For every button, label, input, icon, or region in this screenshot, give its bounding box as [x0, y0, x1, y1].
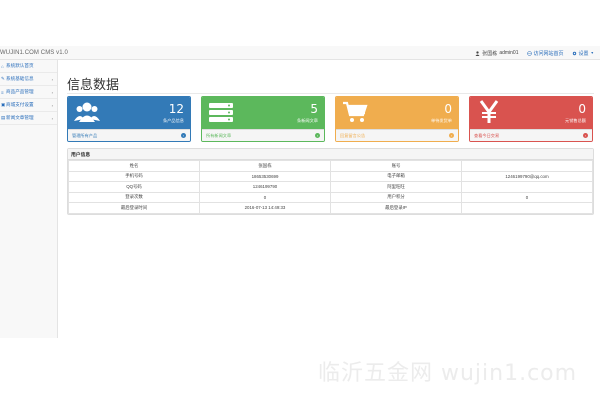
settings-menu[interactable]: 设置 ▼ — [572, 50, 594, 57]
stat-panel-news: 5 条新闻文章 所有新闻文章 › — [201, 96, 325, 142]
table-row: 最后登录时间 2016-07-13 14:49:33 最后登录IP — [68, 202, 593, 214]
stat-caption: 条产品信息 — [163, 118, 184, 123]
caret-down-icon: ▼ — [590, 51, 594, 55]
visit-site-label: 访问网站首页 — [533, 50, 564, 57]
users-icon — [74, 102, 100, 122]
field-value: 2016-07-13 14:49:33 — [199, 202, 331, 214]
field-value: 张国栋 — [199, 160, 331, 172]
list-icon — [209, 103, 233, 122]
field-value: 0 — [199, 191, 331, 203]
sidebar-item-home[interactable]: ⌂ 系统默认首页 — [0, 60, 57, 73]
sidebar-item-payment[interactable]: ▣ 商城支付设置 › — [0, 99, 57, 112]
user-display-name: 张国栋 — [482, 50, 498, 57]
site-watermark: 临沂五金网 wujin1.com — [318, 361, 578, 386]
field-label: 阿里旺旺 — [330, 181, 462, 193]
stat-value: 0 — [444, 102, 452, 116]
field-value: 1246199790 — [199, 181, 331, 193]
user-icon — [475, 50, 480, 56]
title-divider — [67, 93, 594, 94]
stat-panels: 12 条产品信息 管理所有产品 › 5 条新闻文章 所有新闻文章 › 0 单待发… — [67, 96, 594, 142]
stat-panel-orders: 0 单待发货单 回复留言公告 › — [335, 96, 459, 142]
stat-link-label: 回复留言公告 — [340, 132, 366, 138]
sidebar-item-system-info[interactable]: ✎ 系统基础信息 › — [0, 73, 57, 86]
settings-label: 设置 — [578, 50, 589, 57]
field-label: 手机号码 — [68, 170, 200, 182]
user-info-heading: 用户信息 — [68, 149, 593, 160]
sidebar-item-products[interactable]: ≡ 商品产品管理 › — [0, 86, 57, 99]
arrow-circle-right-icon: › — [583, 133, 588, 138]
field-value — [461, 202, 593, 214]
stat-value: 5 — [310, 102, 318, 116]
brand-logo[interactable]: WUJIN1.COM CMS v1.0 — [0, 50, 68, 56]
user-info-panel: 用户信息 姓名 张国栋 账号 手机号码 18653530699 电子邮箱 124619979… — [67, 148, 594, 215]
field-value — [461, 181, 593, 193]
chevron-right-icon: › — [51, 116, 53, 121]
sidebar: ⌂ 系统默认首页 ✎ 系统基础信息 › ≡ 商品产品管理 › ▣ 商城支付设置 … — [0, 60, 58, 338]
table-row: 手机号码 18653530699 电子邮箱 1246199790@qq.com — [68, 170, 593, 182]
chevron-right-icon: › — [51, 103, 53, 108]
stat-caption: 单待发货单 — [431, 118, 452, 123]
field-label: 最后登录时间 — [68, 202, 200, 214]
stat-link-label: 查看今日交易 — [474, 132, 500, 138]
stat-panel-link[interactable]: 查看今日交易 › — [470, 129, 592, 141]
field-label: 最后登录IP — [330, 202, 462, 214]
chevron-right-icon: › — [51, 77, 53, 82]
field-label: 电子邮箱 — [330, 170, 462, 182]
chevron-right-icon: › — [51, 90, 53, 95]
field-value: 1246199790@qq.com — [461, 170, 593, 182]
sidebar-item-label: 商品产品管理 — [6, 89, 34, 94]
globe-icon — [526, 50, 532, 56]
sidebar-item-label: 新闻文章管理 — [6, 115, 34, 120]
sidebar-item-label: 商城支付设置 — [6, 102, 34, 107]
field-value: 0 — [461, 191, 593, 203]
arrow-circle-right-icon: › — [315, 133, 320, 138]
stat-panel-link[interactable]: 所有新闻文章 › — [202, 129, 324, 141]
sidebar-item-news[interactable]: ▤ 新闻文章管理 › — [0, 112, 57, 125]
stat-panel-products: 12 条产品信息 管理所有产品 › — [67, 96, 191, 142]
gear-icon — [572, 51, 576, 55]
stat-value: 0 — [578, 102, 586, 116]
sidebar-item-label: 系统基础信息 — [6, 76, 34, 81]
visit-site-link[interactable]: 访问网站首页 — [526, 50, 564, 57]
stat-link-label: 所有新闻文章 — [206, 132, 232, 138]
stat-panel-sales: 0 元销售总额 查看今日交易 › — [469, 96, 593, 142]
top-right-nav: 张国栋 admin01 访问网站首页 设置 ▼ — [475, 46, 594, 60]
stat-link-label: 管理所有产品 — [72, 132, 98, 138]
stat-value: 12 — [168, 102, 184, 116]
stat-panel-link[interactable]: 回复留言公告 › — [336, 129, 458, 141]
field-label: 用户积分 — [330, 191, 462, 203]
stat-caption: 条新闻文章 — [297, 118, 318, 123]
page-title: 信息数据 — [67, 78, 120, 93]
field-label: 账号 — [330, 160, 462, 172]
cart-icon — [343, 101, 368, 122]
top-navbar: WUJIN1.COM CMS v1.0 张国栋 admin01 访问网站首页 设… — [0, 46, 600, 60]
field-value: 18653530699 — [199, 170, 331, 182]
field-value — [461, 160, 593, 172]
field-label: 登录次数 — [68, 191, 200, 203]
main-content: 信息数据 12 条产品信息 管理所有产品 › 5 条新闻文章 所有新闻文章 › … — [67, 60, 594, 215]
table-row: QQ号码 1246199790 阿里旺旺 — [68, 181, 593, 193]
user-account-name: admin01 — [499, 50, 519, 56]
field-label: QQ号码 — [68, 181, 200, 193]
arrow-circle-right-icon: › — [449, 133, 454, 138]
user-info-table: 姓名 张国栋 账号 手机号码 18653530699 电子邮箱 1246199790@qq.… — [68, 160, 593, 214]
table-row: 姓名 张国栋 账号 — [68, 160, 593, 172]
stat-panel-link[interactable]: 管理所有产品 › — [68, 129, 190, 141]
sidebar-item-label: 系统默认首页 — [6, 63, 34, 68]
arrow-circle-right-icon: › — [181, 133, 186, 138]
stat-caption: 元销售总额 — [565, 118, 586, 123]
yen-icon — [479, 100, 499, 123]
table-row: 登录次数 0 用户积分 0 — [68, 191, 593, 203]
field-label: 姓名 — [68, 160, 200, 172]
user-menu[interactable]: 张国栋 admin01 — [475, 50, 519, 57]
